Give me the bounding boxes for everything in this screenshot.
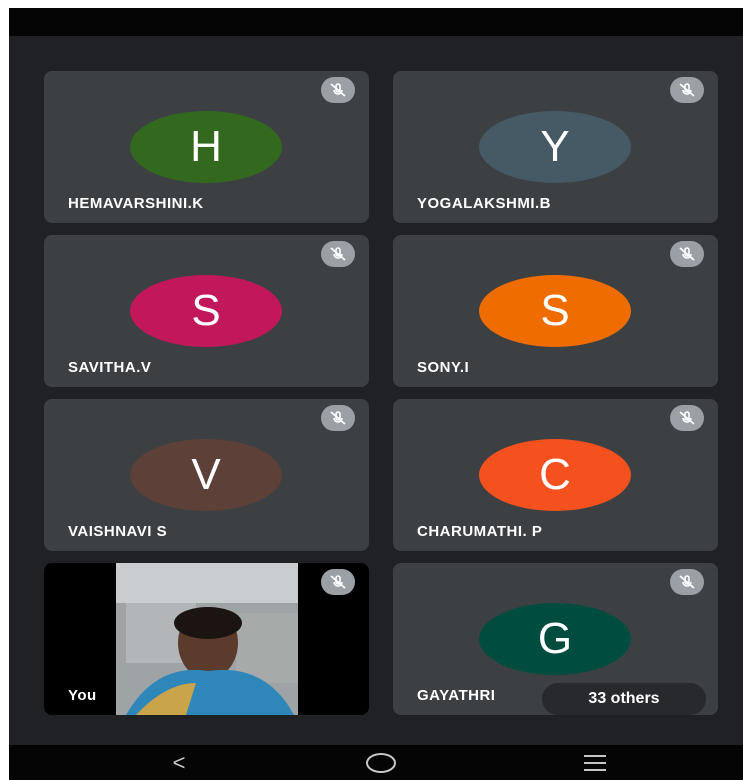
- mic-off-icon: [670, 405, 704, 431]
- recents-icon[interactable]: [575, 745, 615, 780]
- self-name: You: [68, 687, 97, 704]
- participant-tile-hemavarshini[interactable]: H HEMAVARSHINI.K: [44, 71, 369, 223]
- mic-off-icon: [321, 77, 355, 103]
- meeting-screen: H HEMAVARSHINI.K Y YOGALAKSHMI.B S SAVIT…: [9, 8, 743, 780]
- participant-tile-yogalakshmi[interactable]: Y YOGALAKSHMI.B: [393, 71, 718, 223]
- participant-name: VAISHNAVI S: [68, 523, 168, 540]
- avatar: Y: [479, 111, 631, 183]
- mic-off-icon: [321, 241, 355, 267]
- participant-tile-savitha[interactable]: S SAVITHA.V: [44, 235, 369, 387]
- participant-name: CHARUMATHI. P: [417, 523, 543, 540]
- back-icon[interactable]: <: [159, 745, 199, 780]
- participant-tile-vaishnavi[interactable]: V VAISHNAVI S: [44, 399, 369, 551]
- avatar: C: [479, 439, 631, 511]
- avatar: H: [130, 111, 282, 183]
- participant-name: YOGALAKSHMI.B: [417, 195, 551, 212]
- participant-tile-charumathi[interactable]: C CHARUMATHI. P: [393, 399, 718, 551]
- self-view-tile[interactable]: You: [44, 563, 369, 715]
- avatar: S: [130, 275, 282, 347]
- avatar: G: [479, 603, 631, 675]
- mic-off-icon: [670, 569, 704, 595]
- navigation-bar: <: [9, 745, 743, 780]
- avatar: V: [130, 439, 282, 511]
- home-icon[interactable]: [361, 745, 401, 780]
- participant-tile-sony[interactable]: S SONY.I: [393, 235, 718, 387]
- participant-name: SONY.I: [417, 359, 470, 376]
- avatar: S: [479, 275, 631, 347]
- participant-name: GAYATHRI: [417, 687, 496, 704]
- participant-name: HEMAVARSHINI.K: [68, 195, 204, 212]
- mic-off-icon: [321, 569, 355, 595]
- mic-off-icon: [670, 241, 704, 267]
- self-video: [116, 563, 298, 715]
- status-bar: [9, 8, 743, 36]
- others-count-button[interactable]: 33 others: [542, 683, 706, 715]
- mic-off-icon: [321, 405, 355, 431]
- mic-off-icon: [670, 77, 704, 103]
- participant-name: SAVITHA.V: [68, 359, 152, 376]
